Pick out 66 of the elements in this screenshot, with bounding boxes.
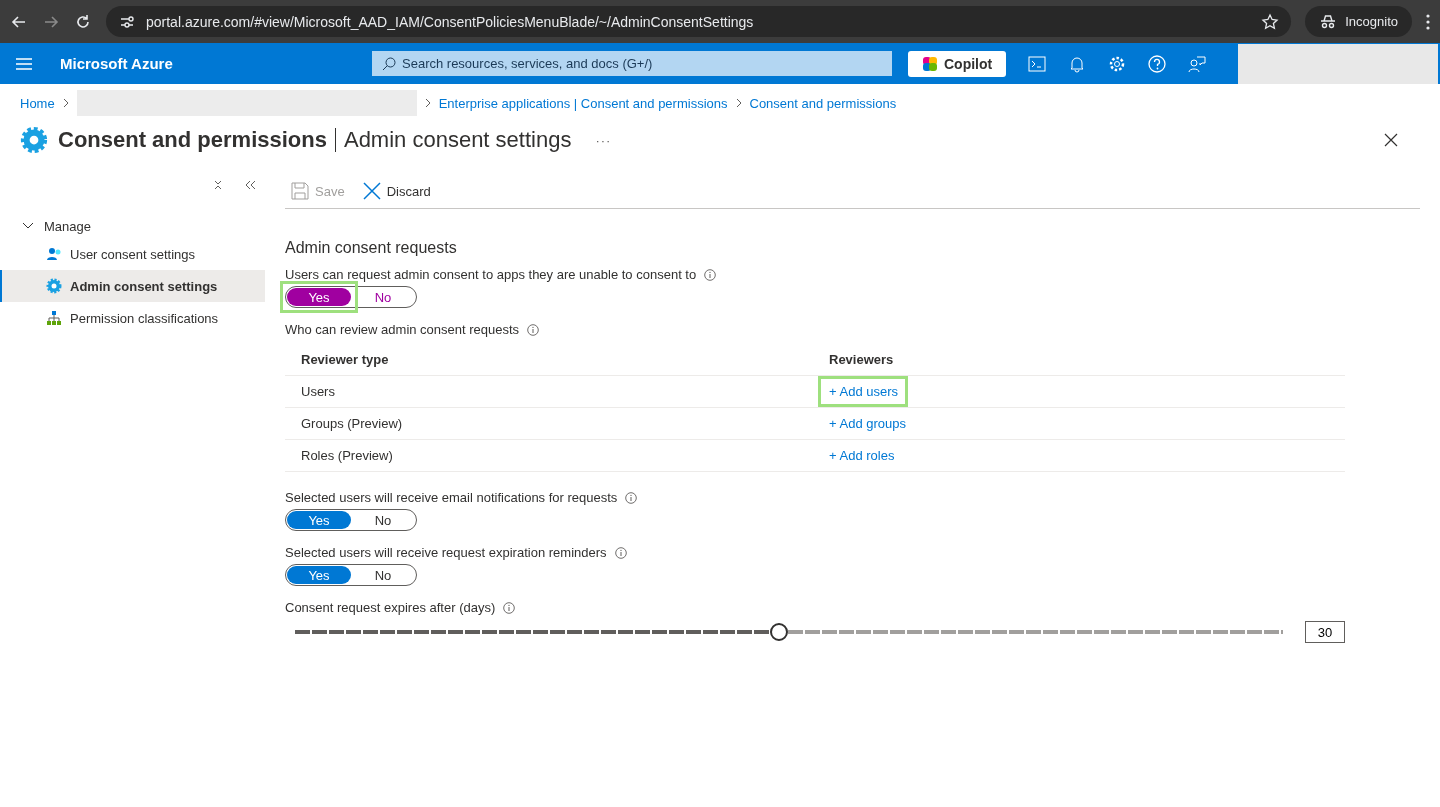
column-header: Reviewer type: [285, 343, 813, 376]
search-field[interactable]: Search resources, services, and docs (G+/): [372, 51, 892, 76]
chevron-icon: [735, 98, 742, 108]
gear-icon: [20, 126, 48, 154]
toggle-option[interactable]: Yes: [287, 566, 351, 584]
more-button[interactable]: ···: [595, 132, 612, 148]
chevron-icon: [424, 98, 431, 108]
field-label: Selected users will receive request expiration reminders: [285, 545, 607, 560]
add-link[interactable]: + Add users: [829, 382, 899, 401]
info-icon[interactable]: [614, 546, 627, 559]
nav-item[interactable]: User consent settings: [0, 238, 265, 270]
collapse-all-icon[interactable]: [213, 180, 223, 190]
breadcrumb-link[interactable]: Home: [20, 95, 55, 111]
nav-item[interactable]: Permission classifications: [0, 302, 265, 334]
toggle-option[interactable]: No: [351, 288, 415, 306]
toggle-option[interactable]: No: [351, 511, 415, 529]
menu-icon[interactable]: [16, 57, 32, 70]
nav-item[interactable]: Admin consent settings: [0, 270, 265, 302]
page-subtitle: Admin consent settings: [334, 128, 572, 152]
info-icon[interactable]: [704, 268, 717, 281]
gear-icon: [46, 278, 62, 294]
field-label: Who can review admin consent requests: [285, 322, 520, 337]
chevron-icon: [62, 98, 69, 108]
user-gear-icon: [46, 246, 62, 262]
nav-group-header[interactable]: Manage: [0, 214, 265, 238]
add-link[interactable]: + Add groups: [829, 414, 906, 433]
incognito-badge[interactable]: Incognito: [1305, 6, 1412, 37]
page-title: Consent and permissions: [58, 127, 327, 153]
discard-button[interactable]: Discard: [362, 182, 431, 200]
info-icon[interactable]: [503, 601, 516, 614]
toggle-option[interactable]: Yes: [287, 511, 351, 529]
section-heading: Admin consent requests: [285, 239, 458, 257]
incognito-icon: [1319, 12, 1338, 31]
hierarchy-icon: [46, 310, 62, 326]
search-icon: [382, 57, 396, 71]
feedback-icon[interactable]: [1188, 54, 1207, 73]
slider-thumb[interactable]: [770, 623, 789, 641]
breadcrumb-link[interactable]: Consent and permissions: [749, 95, 897, 111]
info-icon[interactable]: [625, 491, 638, 504]
settings-icon[interactable]: [1108, 54, 1127, 73]
reload-icon[interactable]: [74, 12, 92, 31]
days-input[interactable]: 30: [1305, 621, 1345, 643]
field-label: Consent request expires after (days): [285, 600, 496, 615]
close-icon: [362, 182, 381, 200]
column-header: Reviewers: [813, 343, 1345, 376]
close-icon[interactable]: [1384, 133, 1398, 147]
double-chevron-icon[interactable]: [245, 180, 257, 190]
info-icon[interactable]: [527, 323, 540, 336]
kebab-menu-icon[interactable]: [1426, 13, 1430, 30]
breadcrumb-link[interactable]: Enterprise applications | Consent and permissions: [438, 95, 728, 111]
copilot-button[interactable]: Copilot: [908, 50, 1007, 77]
table-cell: Roles (Preview): [285, 439, 813, 472]
help-icon[interactable]: [1148, 54, 1167, 73]
star-icon[interactable]: [1261, 12, 1280, 31]
add-link[interactable]: + Add roles: [829, 446, 895, 465]
toggle-option[interactable]: No: [351, 566, 415, 584]
field-label: Selected users will receive email notifications for requests: [285, 490, 618, 505]
brand-name[interactable]: Microsoft Azure: [48, 55, 372, 72]
field-label: Users can request admin consent to apps they are unable to consent to: [285, 267, 697, 282]
table-cell: Groups (Preview): [285, 407, 813, 440]
chevron-icon: [22, 222, 34, 230]
terminal-icon[interactable]: [1028, 54, 1047, 73]
address-bar[interactable]: portal.azure.com/#view/Microsoft_AAD_IAM/ConsentPoliciesMenuBlade/~/AdminConsentSettings: [106, 6, 1292, 37]
toggle-option[interactable]: Yes: [287, 288, 351, 306]
copilot-logo-icon: [922, 55, 938, 72]
table-cell: Users: [285, 375, 813, 408]
